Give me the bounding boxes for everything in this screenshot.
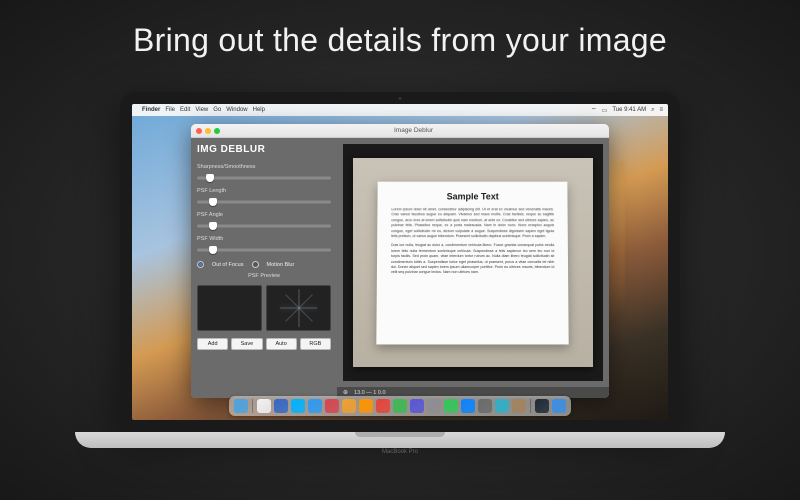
slider-psf-length[interactable] xyxy=(197,197,331,207)
radio-label-motion-blur: Motion Blur xyxy=(267,262,295,268)
laptop-base xyxy=(75,432,725,448)
laptop-mockup: Finder File Edit View Go Window Help ⌔ ▭… xyxy=(120,92,680,455)
slider-psf-width[interactable] xyxy=(197,245,331,255)
zoom-status-text: 13.0 — 1 0.0 xyxy=(354,390,386,396)
window-titlebar[interactable]: Image Deblur xyxy=(191,124,609,138)
menu-window[interactable]: Window xyxy=(226,107,247,113)
laptop-camera xyxy=(399,97,402,100)
menu-view[interactable]: View xyxy=(195,107,208,113)
window-title: Image Deblur xyxy=(223,127,604,134)
image-viewer: Sample Text Lorem ipsum dolor sit amet, … xyxy=(337,138,609,398)
sample-heading: Sample Text xyxy=(392,192,554,202)
slider-psf-angle[interactable] xyxy=(197,221,331,231)
dock-app-icon[interactable] xyxy=(325,399,339,413)
radio-motion-blur[interactable] xyxy=(252,261,259,268)
laptop-model-label: MacBook Pro xyxy=(120,449,680,455)
macos-dock xyxy=(229,396,571,416)
add-button[interactable]: Add xyxy=(197,338,228,350)
slider-thumb[interactable] xyxy=(206,174,214,182)
wifi-icon[interactable]: ⌔ xyxy=(591,106,597,114)
slider-thumb[interactable] xyxy=(209,246,217,254)
panel-title: IMG DEBLUR xyxy=(197,144,331,155)
dock-app-icon[interactable] xyxy=(234,399,248,413)
dock-app-icon[interactable] xyxy=(257,399,271,413)
slider-thumb[interactable] xyxy=(209,222,217,230)
dock-app-icon[interactable] xyxy=(410,399,424,413)
slider-sharpness[interactable] xyxy=(197,173,331,183)
dock-app-icon[interactable] xyxy=(495,399,509,413)
dock-app-icon[interactable] xyxy=(512,399,526,413)
sample-paragraph-2: Duis lue nulla, feugiat ac dolor a, cond… xyxy=(391,244,555,276)
dock-app-icon[interactable] xyxy=(552,399,566,413)
dock-app-icon[interactable] xyxy=(376,399,390,413)
slider-label-sharpness: Sharpness/Smoothness xyxy=(197,164,331,170)
slider-label-psf-length: PSF Length xyxy=(197,188,331,194)
sample-document: Sample Text Lorem ipsum dolor sit amet, … xyxy=(377,182,570,344)
dock-app-icon[interactable] xyxy=(478,399,492,413)
radio-out-of-focus[interactable] xyxy=(197,261,204,268)
psf-preview-label: PSF Preview xyxy=(197,273,331,279)
dock-app-icon[interactable] xyxy=(393,399,407,413)
menubar-app-name[interactable]: Finder xyxy=(142,107,160,113)
menu-file[interactable]: File xyxy=(165,107,175,113)
desktop-screen: Finder File Edit View Go Window Help ⌔ ▭… xyxy=(132,104,668,420)
image-canvas[interactable]: Sample Text Lorem ipsum dolor sit amet, … xyxy=(343,144,603,381)
radio-label-out-of-focus: Out of Focus xyxy=(212,262,244,268)
rgb-button[interactable]: RGB xyxy=(300,338,331,350)
magnify-icon[interactable]: ⊕ xyxy=(343,389,348,396)
notification-center-icon[interactable]: ≡ xyxy=(659,107,663,113)
minimize-button[interactable] xyxy=(205,128,211,134)
controls-panel: IMG DEBLUR Sharpness/Smoothness PSF Leng… xyxy=(191,138,337,398)
auto-button[interactable]: Auto xyxy=(266,338,297,350)
dock-app-icon[interactable] xyxy=(291,399,305,413)
headline: Bring out the details from your image xyxy=(0,22,800,59)
psf-preview-input xyxy=(197,285,262,331)
save-button[interactable]: Save xyxy=(231,338,262,350)
dock-app-icon[interactable] xyxy=(461,399,475,413)
dock-app-icon[interactable] xyxy=(427,399,441,413)
battery-icon[interactable]: ▭ xyxy=(602,107,608,114)
dock-app-icon[interactable] xyxy=(308,399,322,413)
zoom-button[interactable] xyxy=(214,128,220,134)
menubar-clock[interactable]: Tue 9:41 AM xyxy=(612,107,646,113)
dock-app-icon[interactable] xyxy=(342,399,356,413)
sample-paragraph-1: Lorem ipsum dolor sit amet, consectetur … xyxy=(391,207,554,239)
menu-go[interactable]: Go xyxy=(213,107,221,113)
dock-app-icon[interactable] xyxy=(274,399,288,413)
dock-app-icon[interactable] xyxy=(444,399,458,413)
spotlight-icon[interactable]: ⌕ xyxy=(651,107,654,114)
menu-help[interactable]: Help xyxy=(253,107,265,113)
loaded-photo: Sample Text Lorem ipsum dolor sit amet, … xyxy=(353,158,592,367)
macos-menubar: Finder File Edit View Go Window Help ⌔ ▭… xyxy=(132,104,668,116)
slider-label-psf-width: PSF Width xyxy=(197,236,331,242)
menu-edit[interactable]: Edit xyxy=(180,107,190,113)
app-window: Image Deblur IMG DEBLUR Sharpness/Smooth… xyxy=(191,124,609,398)
slider-label-psf-angle: PSF Angle xyxy=(197,212,331,218)
slider-thumb[interactable] xyxy=(209,198,217,206)
dock-app-icon[interactable] xyxy=(535,399,549,413)
psf-preview-output xyxy=(266,285,331,331)
dock-app-icon[interactable] xyxy=(359,399,373,413)
close-button[interactable] xyxy=(196,128,202,134)
